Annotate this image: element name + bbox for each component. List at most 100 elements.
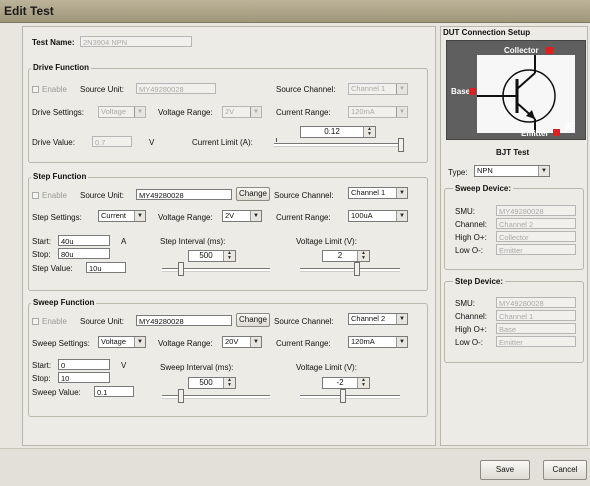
sweep-start-field[interactable]: 0 xyxy=(58,359,110,370)
test-name-field[interactable]: 2N3904 NPN xyxy=(80,36,192,47)
test-name-label: Test Name: xyxy=(32,38,75,47)
drive-voltage-range-select[interactable]: 2V ▼ xyxy=(222,106,262,118)
step-device-title: Step Device: xyxy=(453,277,506,286)
spinner-arrows-icon[interactable]: ▲ ▼ xyxy=(357,251,369,261)
step-device-channel-label: Channel: xyxy=(455,312,488,321)
step-voltage-limit-slider[interactable] xyxy=(300,268,400,272)
bjt-type-label: Type: xyxy=(448,168,468,177)
base-terminal[interactable] xyxy=(469,88,476,95)
spinner-arrows-icon[interactable]: ▲ ▼ xyxy=(223,251,235,261)
drive-settings-value: Voltage xyxy=(101,107,127,116)
step-voltage-limit-label: Voltage Limit (V): xyxy=(296,237,357,246)
step-device-high-field: Base xyxy=(496,323,576,334)
sweep-enable-label: Enable xyxy=(42,317,67,326)
drive-current-limit-slider[interactable] xyxy=(274,143,402,147)
step-source-unit-field[interactable]: MY49280028 xyxy=(136,189,232,200)
bjt-test-title: BJT Test xyxy=(496,148,530,157)
sweep-start-label: Start: xyxy=(32,361,52,370)
step-voltage-range-label: Voltage Range: xyxy=(158,213,213,222)
drive-settings-select[interactable]: Voltage ▼ xyxy=(98,106,146,118)
drive-source-channel-select[interactable]: Channel 1 ▼ xyxy=(348,83,408,95)
sweep-voltage-limit-slider[interactable] xyxy=(300,395,400,399)
step-enable-checkbox[interactable] xyxy=(32,192,39,199)
bjt-type-select[interactable]: NPN ▼ xyxy=(474,165,550,177)
step-interval-value: 500 xyxy=(199,251,213,260)
drive-source-unit-field[interactable]: MY49280028 xyxy=(136,83,216,94)
transistor-diagram-icon xyxy=(477,55,556,133)
emitter-terminal[interactable] xyxy=(553,129,560,136)
sweep-device-title: Sweep Device: xyxy=(453,184,514,193)
sweep-current-range-select[interactable]: 120mA ▼ xyxy=(348,336,408,348)
cancel-button[interactable]: Cancel xyxy=(543,460,587,480)
sweep-voltage-limit-slider-thumb[interactable] xyxy=(340,389,346,403)
window-title: Edit Test xyxy=(4,4,54,18)
sweep-device-group xyxy=(444,188,584,270)
drive-enable-checkbox[interactable] xyxy=(32,86,39,93)
sweep-enable-checkbox[interactable] xyxy=(32,318,39,325)
drive-current-limit-slider-thumb[interactable] xyxy=(398,138,404,152)
step-settings-select[interactable]: Current ▼ xyxy=(98,210,146,222)
slider-tick xyxy=(276,138,277,142)
step-stop-label: Stop: xyxy=(32,250,51,259)
collector-terminal[interactable] xyxy=(546,47,553,54)
sweep-device-high-field: Collector xyxy=(496,231,576,242)
spinner-arrows-icon[interactable]: ▲ ▼ xyxy=(223,378,235,388)
step-change-button[interactable]: Change xyxy=(236,187,270,201)
sweep-device-low-label: Low O-: xyxy=(455,246,484,255)
sweep-current-range-label: Current Range: xyxy=(276,339,331,348)
step-interval-spinner[interactable]: 500 ▲ ▼ xyxy=(188,250,236,262)
sweep-function-title: Sweep Function xyxy=(31,298,97,307)
sweep-interval-slider-thumb[interactable] xyxy=(178,389,184,403)
drive-enable-label: Enable xyxy=(42,85,67,94)
step-current-range-select[interactable]: 100uA ▼ xyxy=(348,210,408,222)
step-voltage-limit-spinner[interactable]: 2 ▲ ▼ xyxy=(322,250,370,262)
drive-value-field[interactable]: 0.7 xyxy=(92,136,132,147)
sweep-device-high-label: High O+: xyxy=(455,233,487,242)
step-stop-field[interactable]: 80u xyxy=(58,248,110,259)
step-device-high-label: High O+: xyxy=(455,325,487,334)
step-value-field[interactable]: 10u xyxy=(86,262,126,273)
step-start-label: Start: xyxy=(32,237,52,246)
sweep-source-channel-label: Source Channel: xyxy=(274,317,334,326)
dropdown-arrow-icon: ▼ xyxy=(250,337,261,347)
step-source-channel-select[interactable]: Channel 1 ▼ xyxy=(348,187,408,199)
drive-value-unit: V xyxy=(149,138,155,147)
dropdown-arrow-icon: ▼ xyxy=(396,188,407,198)
dropdown-arrow-icon: ▼ xyxy=(396,84,407,94)
step-voltage-limit-slider-thumb[interactable] xyxy=(354,262,360,276)
sweep-source-unit-field[interactable]: MY49280028 xyxy=(136,315,232,326)
drive-voltage-range-value: 2V xyxy=(225,107,235,116)
spinner-arrows-icon[interactable]: ▲ ▼ xyxy=(363,127,375,137)
step-voltage-range-select[interactable]: 2V ▼ xyxy=(222,210,262,222)
sweep-voltage-limit-spinner[interactable]: -2 ▲ ▼ xyxy=(322,377,370,389)
drive-voltage-range-label: Voltage Range: xyxy=(158,108,213,117)
sweep-source-channel-select[interactable]: Channel 2 ▼ xyxy=(348,313,408,325)
step-start-field[interactable]: 40u xyxy=(58,235,110,246)
drive-source-channel-label: Source Channel: xyxy=(276,85,336,94)
sweep-source-channel-value: Channel 2 xyxy=(351,314,386,323)
sweep-stop-field[interactable]: 10 xyxy=(58,372,110,383)
drive-current-range-value: 120mA xyxy=(351,107,375,116)
step-device-low-label: Low O-: xyxy=(455,338,484,347)
drive-source-channel-value: Channel 1 xyxy=(351,84,386,93)
sweep-settings-value: Voltage xyxy=(101,337,127,346)
spinner-arrows-icon[interactable]: ▲ ▼ xyxy=(357,378,369,388)
step-interval-slider-thumb[interactable] xyxy=(178,262,184,276)
drive-current-limit-spinner[interactable]: 0.12 ▲ ▼ xyxy=(300,126,376,138)
sweep-interval-spinner[interactable]: 500 ▲ ▼ xyxy=(188,377,236,389)
sweep-settings-select[interactable]: Voltage ▼ xyxy=(98,336,146,348)
dut-diagram: Collector Base Emitter ⇱ xyxy=(446,40,586,140)
sweep-value-field[interactable]: 0.1 xyxy=(94,386,134,397)
base-label: Base xyxy=(451,87,471,96)
drive-value-label: Drive Value: xyxy=(32,138,75,147)
sweep-voltage-range-select[interactable]: 20V ▼ xyxy=(222,336,262,348)
sweep-voltage-range-label: Voltage Range: xyxy=(158,339,213,348)
drive-current-range-label: Current Range: xyxy=(276,108,331,117)
drive-current-range-select[interactable]: 120mA ▼ xyxy=(348,106,408,118)
sweep-change-button[interactable]: Change xyxy=(236,313,270,327)
save-button[interactable]: Save xyxy=(480,460,530,480)
step-voltage-limit-value: 2 xyxy=(337,251,343,260)
step-device-channel-field: Channel 1 xyxy=(496,310,576,321)
window-title-bar: Edit Test xyxy=(0,0,590,23)
step-source-channel-value: Channel 1 xyxy=(351,188,386,197)
